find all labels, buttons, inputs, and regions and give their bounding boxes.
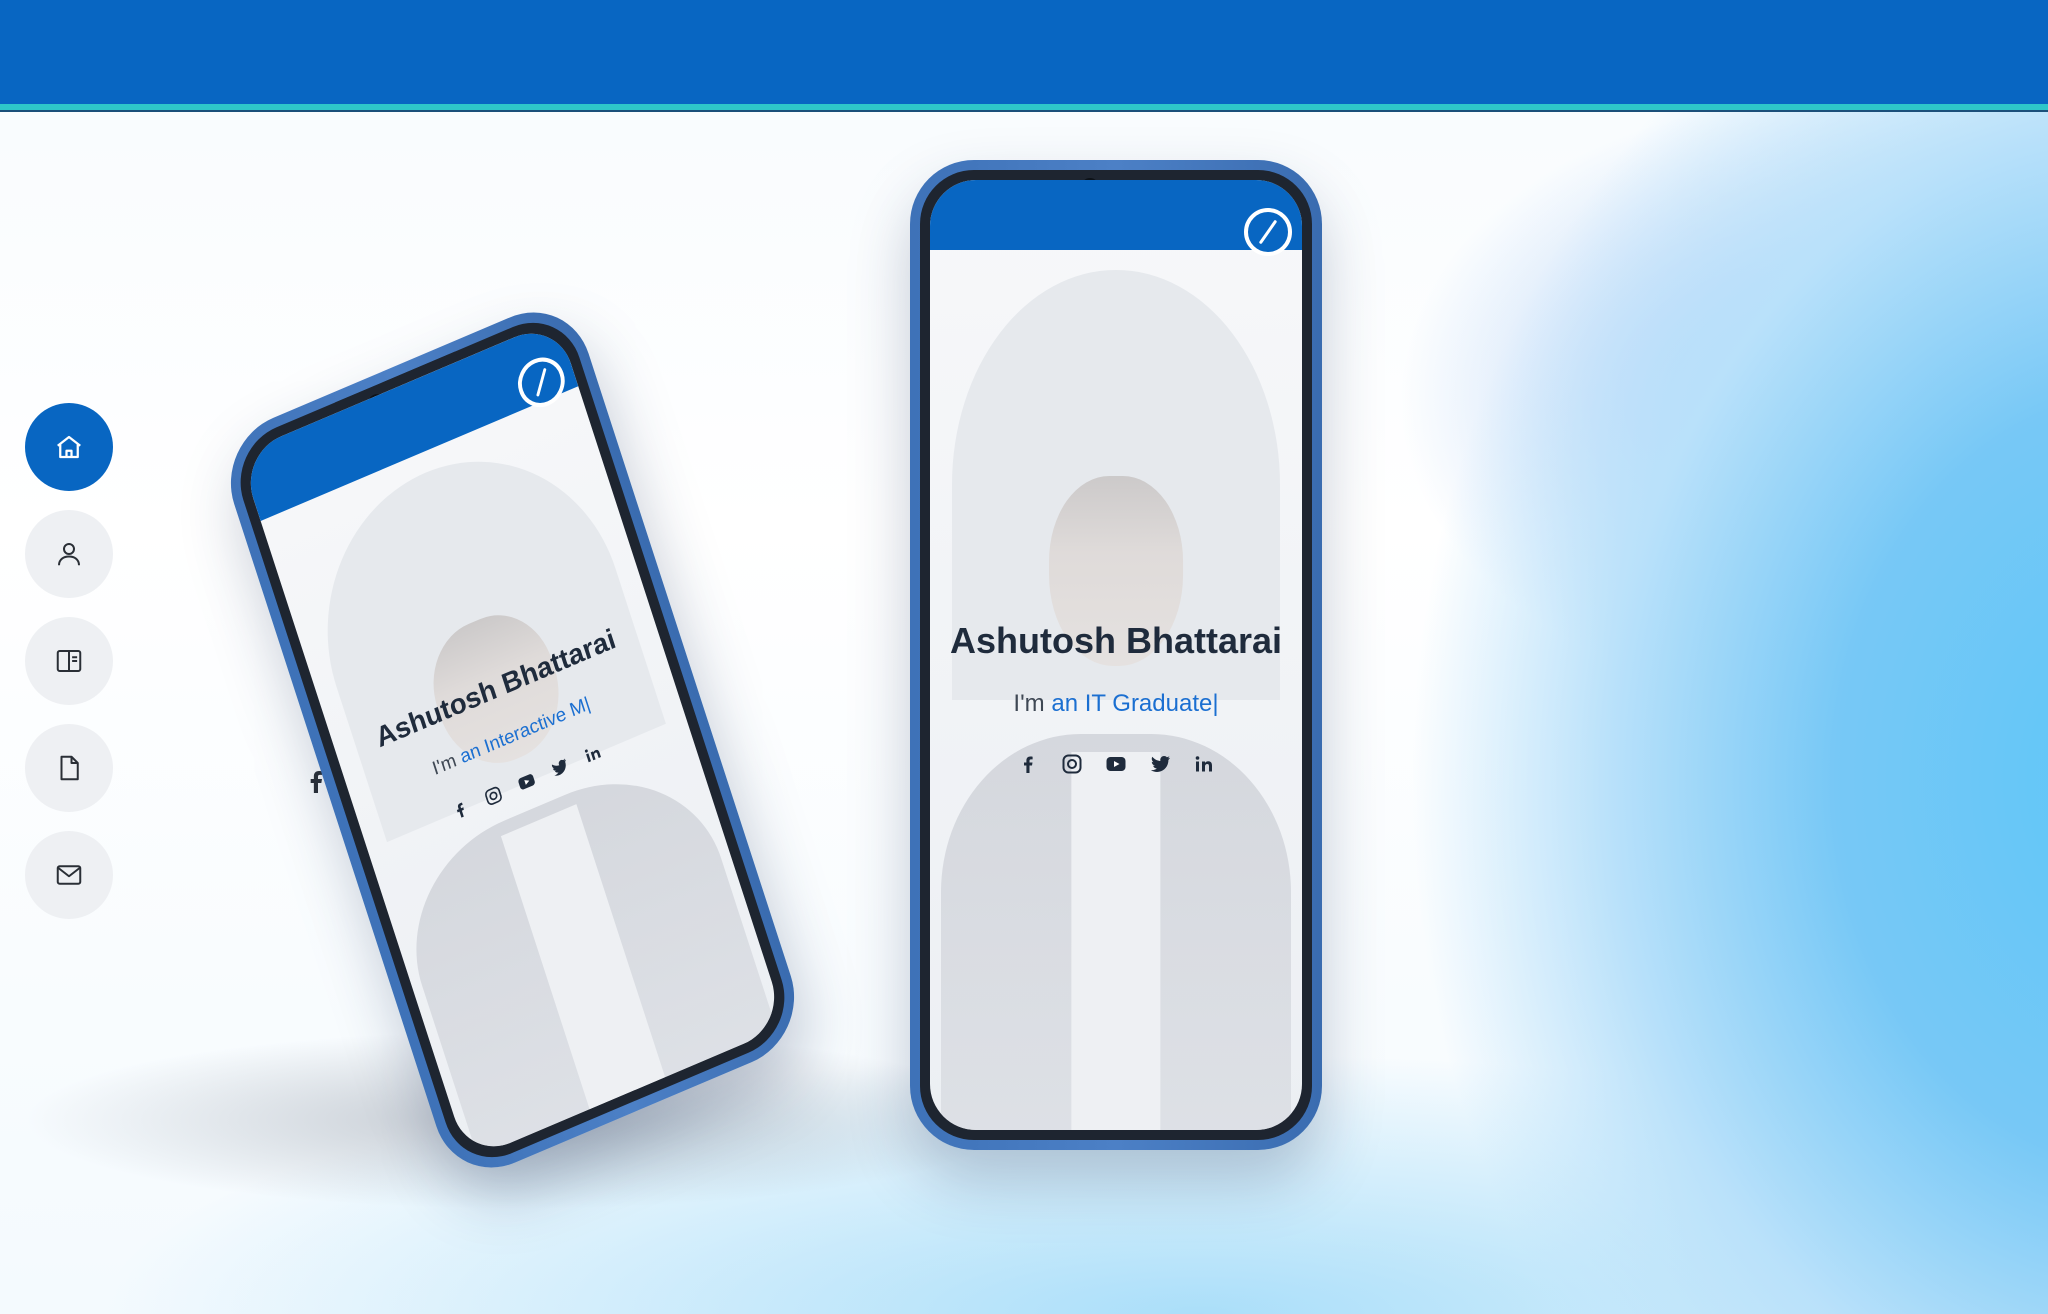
document-icon xyxy=(60,755,79,781)
nav-resume-button[interactable] xyxy=(25,724,113,812)
phone-screen: Ashutosh Bhattarai I'm an IT Graduate| xyxy=(930,180,1302,1130)
profile-name: Ashutosh Bhattarai xyxy=(949,620,1283,661)
facebook-icon[interactable] xyxy=(1016,752,1040,776)
nav-home-button[interactable] xyxy=(25,403,113,491)
instagram-icon[interactable] xyxy=(1060,752,1084,776)
layout-icon xyxy=(56,650,82,672)
sidebar-nav xyxy=(25,403,113,938)
nav-portfolio-button[interactable] xyxy=(25,617,113,705)
nav-about-button[interactable] xyxy=(25,510,113,598)
youtube-icon[interactable] xyxy=(1104,752,1128,776)
mail-icon xyxy=(56,865,82,885)
twitter-icon[interactable] xyxy=(1148,752,1172,776)
profile-social-links xyxy=(930,752,1302,776)
nav-contact-button[interactable] xyxy=(25,831,113,919)
user-icon xyxy=(58,543,80,566)
linkedin-icon[interactable] xyxy=(1192,752,1216,776)
tagline-highlight: an IT Graduate| xyxy=(1051,690,1219,717)
home-icon xyxy=(57,435,81,459)
compass-icon xyxy=(1244,208,1292,256)
phone-mockup-front: Ashutosh Bhattarai I'm an IT Graduate| xyxy=(910,160,1322,1150)
top-header-bar xyxy=(0,0,2048,110)
tagline-prefix: I'm xyxy=(1013,690,1052,717)
profile-tagline: I'm an IT Graduate| xyxy=(930,690,1302,718)
